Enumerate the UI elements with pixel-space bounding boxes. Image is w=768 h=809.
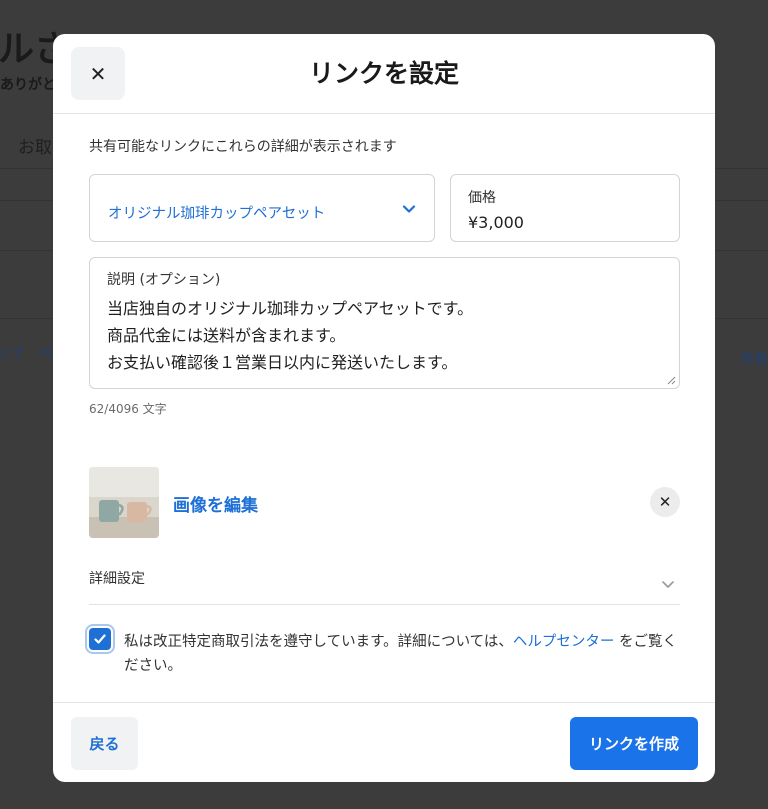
link-settings-dialog: ✕ リンクを設定 共有可能なリンクにこれらの詳細が表示されます オリジナル珈琲カ… [53,34,715,782]
product-image-thumbnail [89,467,159,538]
back-button[interactable]: 戻る [71,717,138,770]
coffee-cups-image [89,467,159,538]
description-line: 商品代金には送料が含まれます。 [107,326,346,345]
compliance-text: 私は改正特定商取引法を遵守しています。詳細については、ヘルプセンター をご覧くだ… [124,630,680,678]
product-select[interactable]: オリジナル珈琲カップペアセット [89,174,435,242]
compliance-text-before: 私は改正特定商取引法を遵守しています。詳細については、 [124,634,513,650]
advanced-settings-divider [89,604,680,605]
description-line: お支払い確認後１営業日以内に発送いたします。 [107,353,458,372]
advanced-settings-label[interactable]: 詳細設定 [89,568,145,588]
header-divider [53,113,715,114]
description-line: 当店独自のオリジナル珈琲カップペアセットです。 [107,299,474,318]
chevron-down-icon[interactable] [660,576,676,592]
create-link-button[interactable]: リンクを作成 [570,717,698,770]
compliance-checkbox[interactable] [89,628,111,650]
product-select-value: オリジナル珈琲カップペアセット [108,206,326,222]
background-subtitle: ありがと [0,77,56,93]
intro-text: 共有可能なリンクにこれらの詳細が表示されます [89,139,397,155]
price-label: 価格 [468,190,496,206]
edit-image-link[interactable]: 画像を編集 [173,491,258,516]
price-field[interactable]: 価格 ¥3,000 [450,174,680,242]
description-label: 説明 (オプション) [107,272,221,288]
background-share-link: 共有 [740,352,768,368]
remove-image-button[interactable]: ✕ [650,487,680,517]
background-link: ップ ペ [0,346,52,362]
close-icon: ✕ [658,493,672,511]
description-field[interactable]: 説明 (オプション) 当店独自のオリジナル珈琲カップペアセットです。 商品代金に… [89,257,680,389]
dialog-title: リンクを設定 [308,59,459,88]
background-tab: お取 [18,138,52,158]
footer-divider [53,702,715,703]
resize-handle-icon[interactable] [666,375,676,385]
character-count: 62/4096 文字 [89,402,167,416]
price-value: ¥3,000 [468,213,524,232]
help-center-link[interactable]: ヘルプセンター [513,634,615,650]
check-icon [94,634,106,644]
chevron-down-icon [402,205,416,213]
